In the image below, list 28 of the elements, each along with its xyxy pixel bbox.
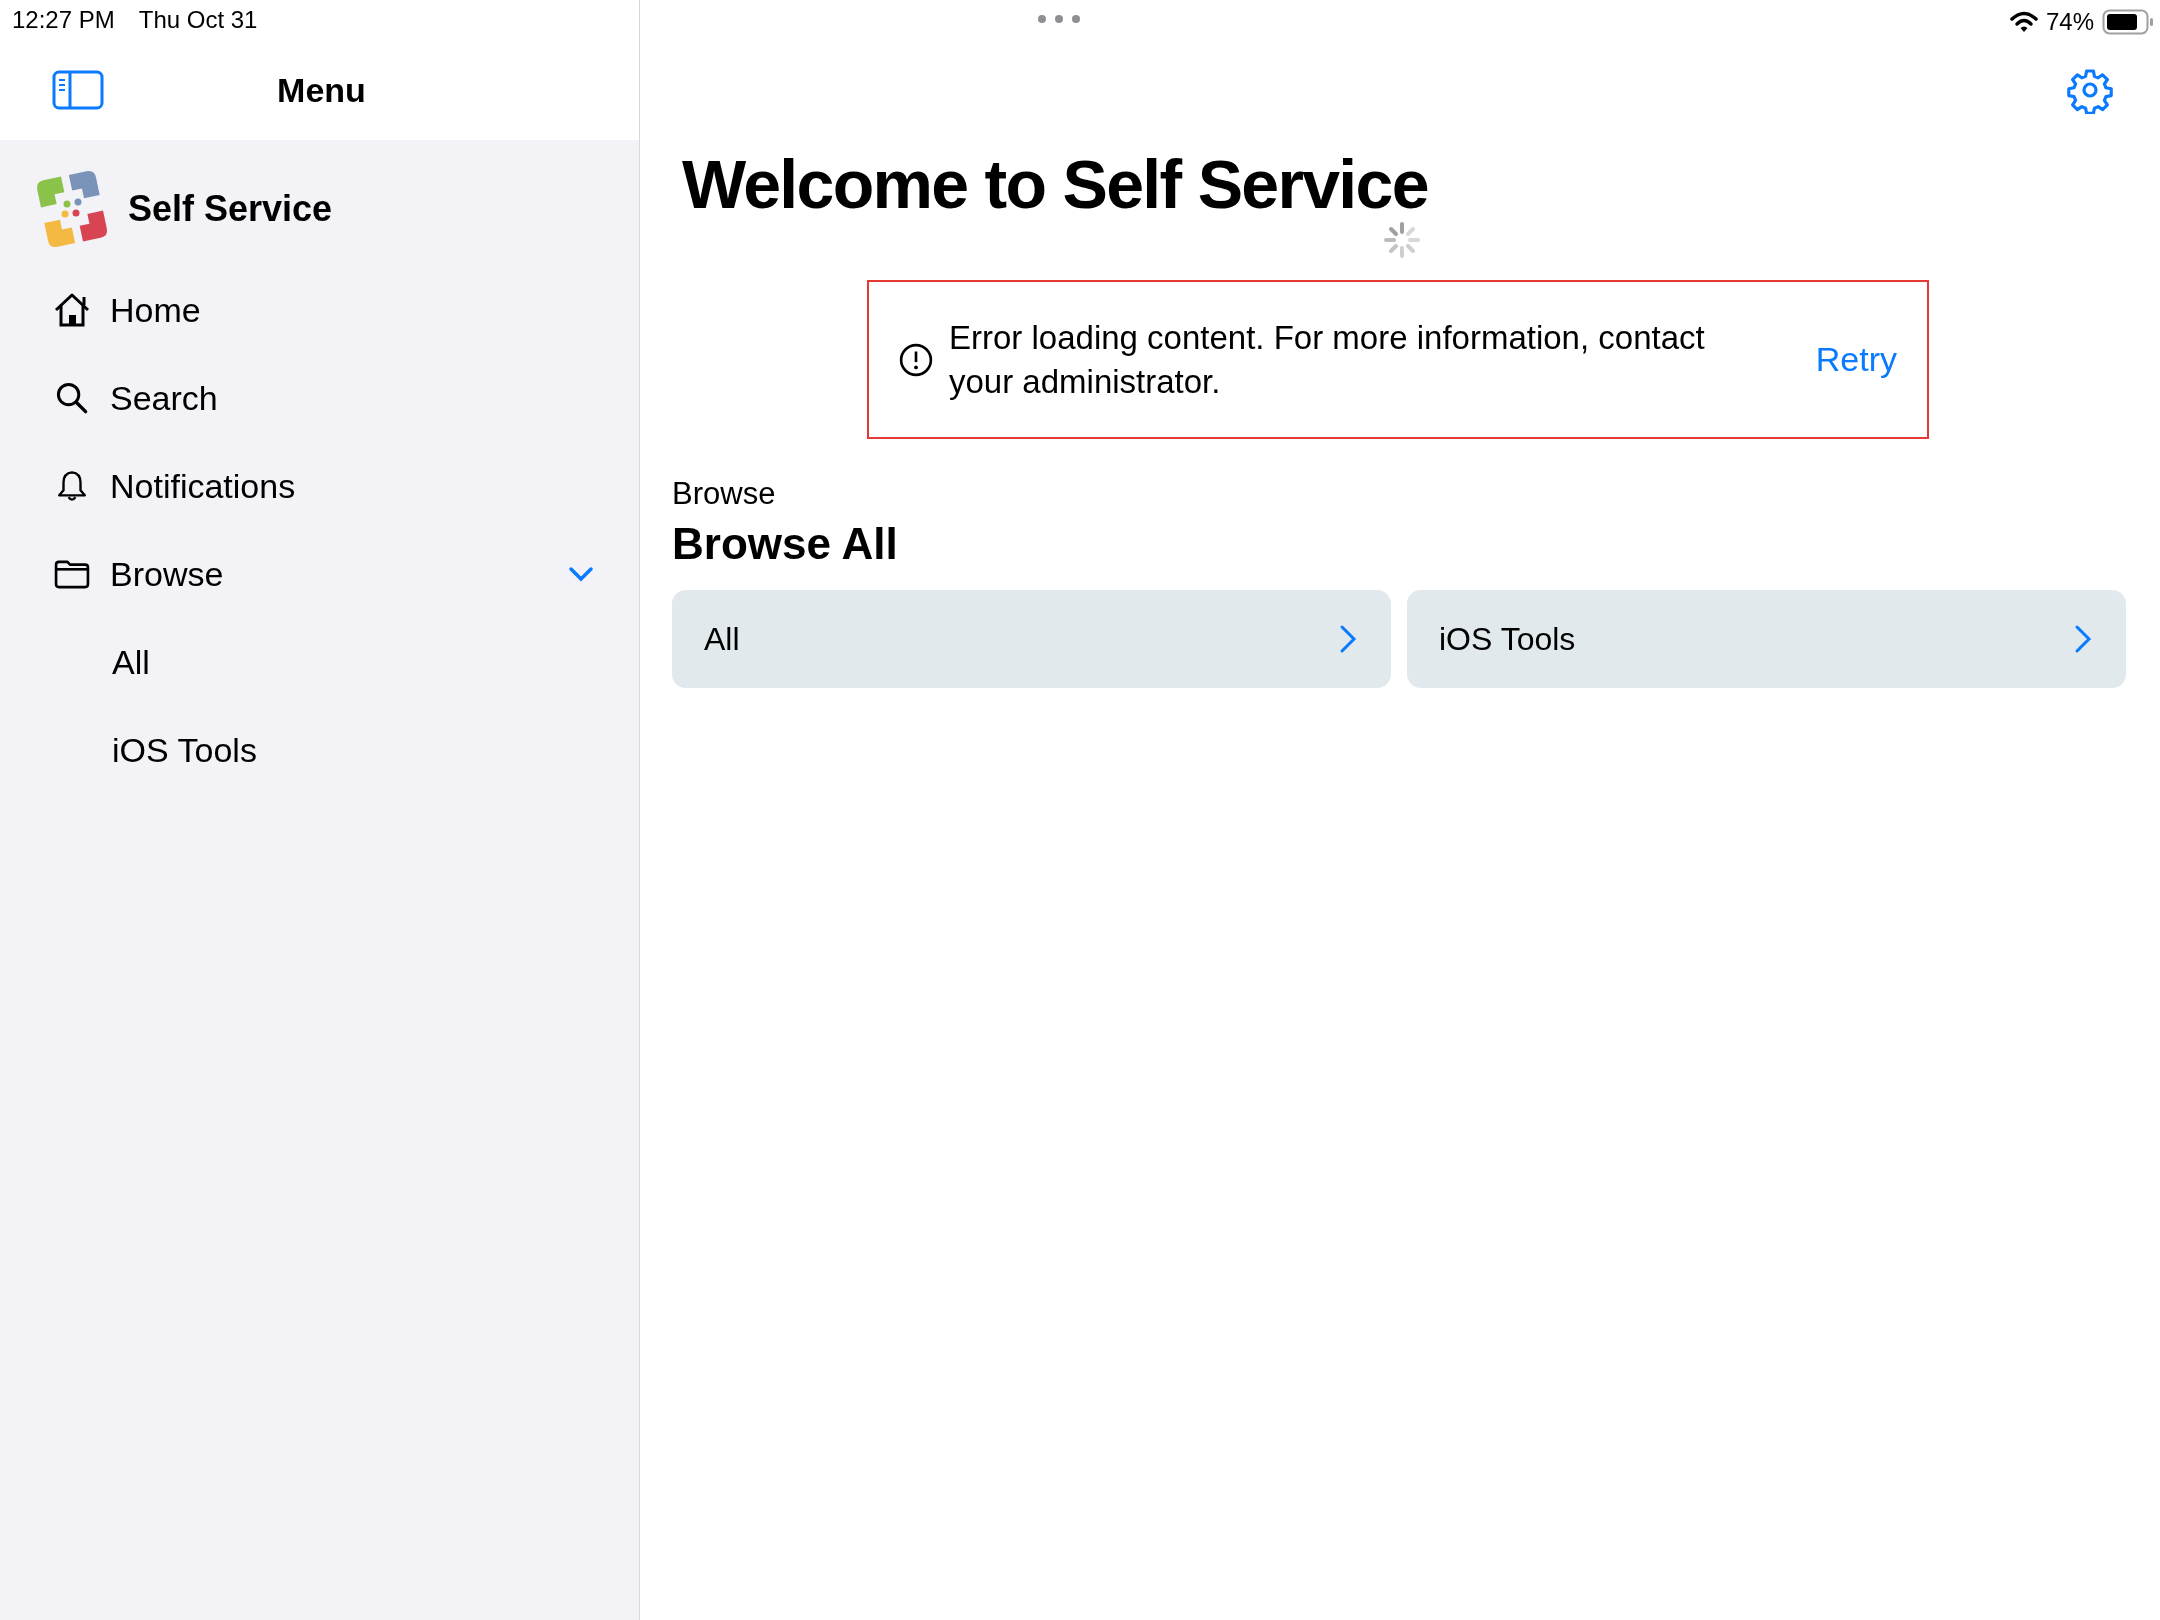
- sidebar-item-label: Home: [110, 289, 201, 331]
- category-card[interactable]: All: [672, 589, 1391, 688]
- app-name: Self Service: [128, 187, 333, 231]
- exclamation-circle-icon: [899, 342, 933, 377]
- sidebar-item-label: Search: [110, 377, 218, 419]
- section-title: Browse All: [672, 517, 899, 570]
- status-time: 12:27 PM: [12, 5, 115, 35]
- sidebar-subitem[interactable]: iOS Tools: [112, 724, 257, 776]
- wifi-icon: [2009, 11, 2038, 33]
- category-card[interactable]: iOS Tools: [1407, 589, 2126, 688]
- sidebar-toggle-icon[interactable]: [52, 70, 104, 110]
- status-date: Thu Oct 31: [138, 5, 258, 35]
- retry-button[interactable]: Retry: [1815, 334, 1897, 385]
- sidebar-item-label: Browse: [110, 553, 224, 595]
- sidebar-subitem[interactable]: All: [112, 636, 150, 688]
- page-title: Welcome to Self Service: [682, 150, 1428, 218]
- battery-percentage: 74%: [2045, 7, 2094, 37]
- sidebar-title: Menu: [277, 69, 366, 111]
- category-label: All: [704, 619, 741, 659]
- multitasking-dots-icon[interactable]: [1037, 14, 1081, 24]
- loading-spinner-icon: [1382, 220, 1422, 260]
- section-label: Browse: [672, 475, 777, 513]
- category-label: iOS Tools: [1439, 619, 1577, 659]
- folder-icon: [52, 559, 92, 589]
- sidebar-item-label: Notifications: [110, 465, 296, 507]
- error-message: Error loading content. For more information, contact your administrator.: [949, 317, 1706, 402]
- battery-icon: [2102, 9, 2154, 35]
- settings-icon[interactable]: [2066, 66, 2114, 114]
